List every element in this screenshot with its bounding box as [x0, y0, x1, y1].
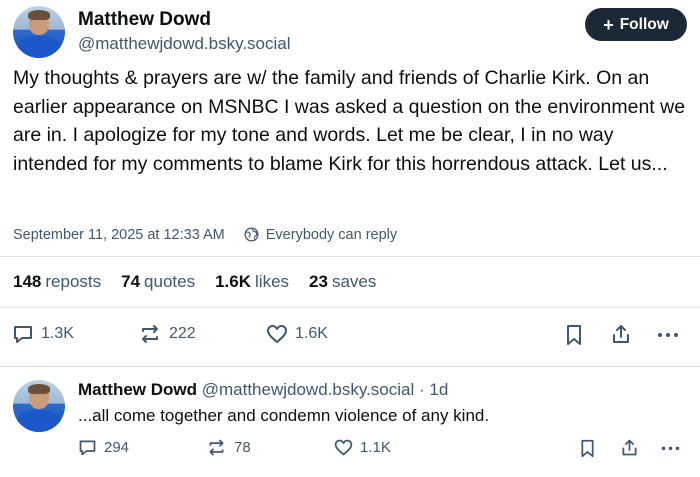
bookmark-icon	[567, 325, 581, 345]
repost-count: 222	[169, 325, 196, 342]
quotes-stat[interactable]: 74 quotes	[121, 272, 195, 292]
speech-bubble-icon	[14, 326, 32, 343]
bookmark-icon	[581, 439, 594, 458]
share-button[interactable]	[609, 322, 633, 346]
avatar-hair	[27, 384, 51, 394]
reply-like-button[interactable]: 1.1K	[333, 437, 391, 458]
saves-stat[interactable]: 23 saves	[309, 272, 376, 292]
reply-setting[interactable]: Everybody can reply	[266, 227, 397, 243]
speech-bubble-icon	[79, 440, 96, 456]
heart-icon	[334, 439, 353, 456]
reply-share-button[interactable]	[619, 437, 640, 458]
author-avatar[interactable]	[13, 6, 65, 58]
avatar-shirt	[17, 36, 61, 58]
globe-icon	[244, 227, 259, 242]
divider	[0, 307, 700, 308]
reply-like-count: 1.1K	[360, 439, 391, 456]
reply-reply-button[interactable]: 294	[77, 437, 129, 458]
reply-header: Matthew Dowd @matthewjdowd.bsky.social ·…	[78, 380, 448, 400]
ellipsis-icon	[658, 333, 678, 337]
repost-icon	[209, 439, 224, 456]
reply-button[interactable]: 1.3K	[11, 322, 74, 346]
divider	[0, 366, 700, 367]
bookmark-button[interactable]	[563, 323, 585, 347]
avatar-hair	[27, 10, 51, 20]
follow-button[interactable]: + Follow	[585, 8, 687, 41]
like-button[interactable]: 1.6K	[265, 322, 328, 346]
reply-repost-button[interactable]: 78	[205, 437, 251, 458]
post-stats: 148 reposts 74 quotes 1.6K likes 23 saves	[13, 272, 376, 292]
reply-author-avatar[interactable]	[13, 380, 65, 432]
reply-author-name[interactable]: Matthew Dowd	[78, 380, 197, 399]
share-icon	[622, 439, 637, 456]
like-count: 1.6K	[295, 325, 328, 342]
more-options-button[interactable]	[655, 322, 681, 346]
heart-icon	[267, 325, 287, 343]
reply-more-options-button[interactable]	[659, 437, 682, 458]
reposts-stat[interactable]: 148 reposts	[13, 272, 101, 292]
repost-icon	[142, 325, 158, 343]
plus-icon: +	[603, 14, 614, 35]
author-name[interactable]: Matthew Dowd	[78, 9, 211, 31]
share-icon	[613, 325, 629, 343]
ellipsis-icon	[661, 446, 680, 451]
reply-bookmark-button[interactable]	[578, 438, 597, 459]
divider	[0, 256, 700, 257]
reply-reply-count: 294	[104, 439, 130, 456]
author-handle[interactable]: @matthewjdowd.bsky.social	[78, 34, 291, 54]
avatar-shirt	[17, 410, 61, 432]
post-meta: September 11, 2025 at 12:33 AM Everybody…	[13, 226, 397, 243]
reply-text: ...all come together and condemn violenc…	[78, 406, 490, 425]
likes-stat[interactable]: 1.6K likes	[215, 272, 289, 292]
follow-label: Follow	[619, 15, 669, 33]
repost-button[interactable]: 222	[137, 322, 196, 346]
reply-author-handle[interactable]: @matthewjdowd.bsky.social	[202, 380, 415, 399]
reply-age[interactable]: · 1d	[419, 380, 448, 399]
reply-count: 1.3K	[41, 325, 74, 342]
post-timestamp[interactable]: September 11, 2025 at 12:33 AM	[13, 227, 225, 243]
post-text: My thoughts & prayers are w/ the family …	[13, 67, 686, 175]
reply-repost-count: 78	[234, 439, 251, 456]
